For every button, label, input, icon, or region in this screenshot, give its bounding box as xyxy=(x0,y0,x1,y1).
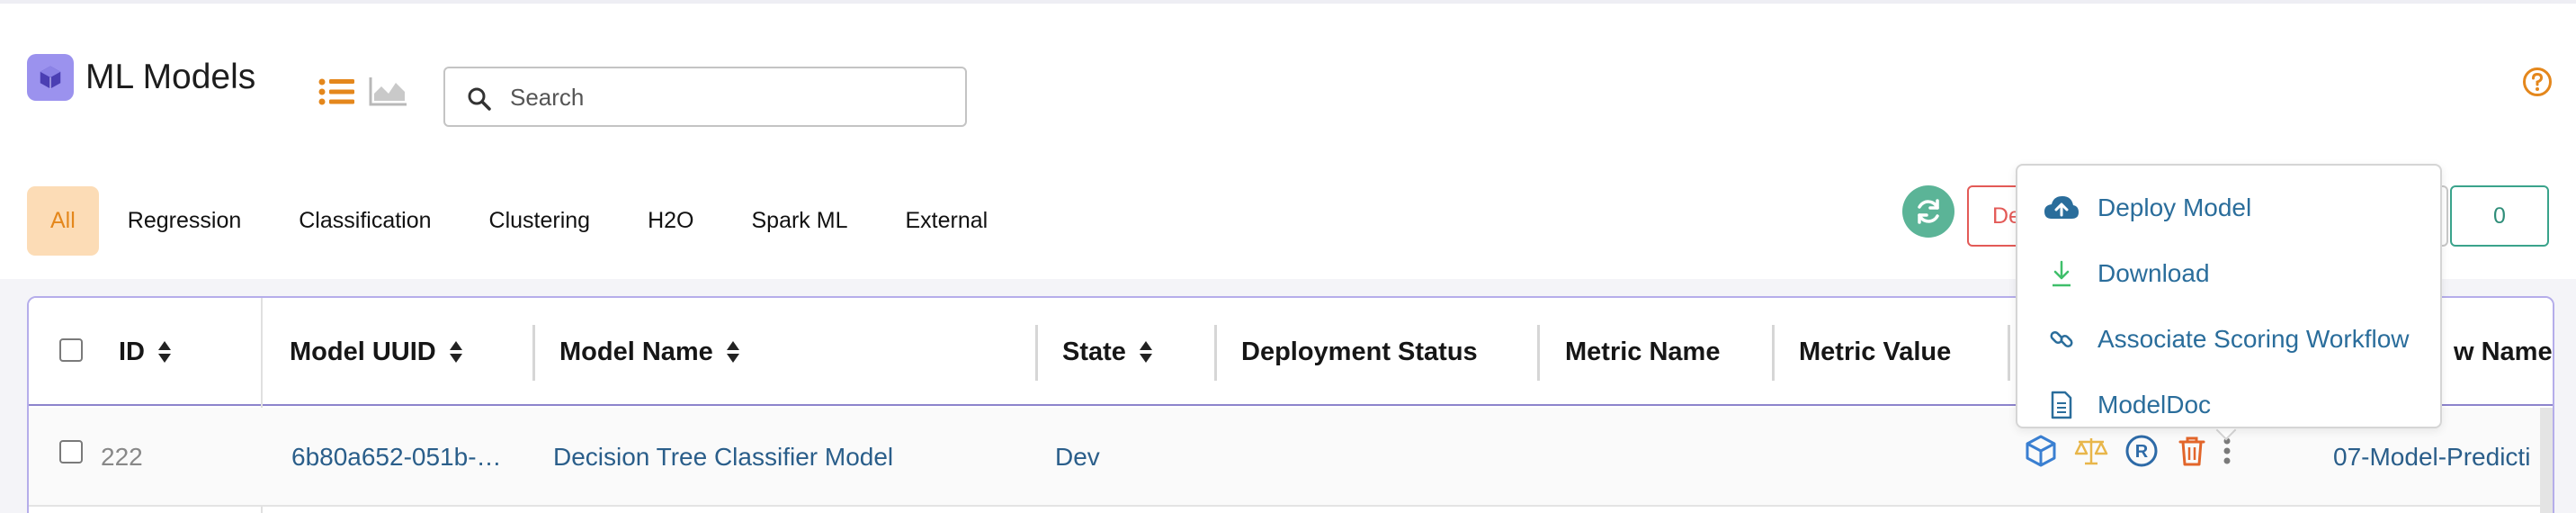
balance-scale-icon[interactable] xyxy=(2074,434,2108,468)
column-header-metric-name[interactable]: Metric Name xyxy=(1565,298,1720,406)
refresh-icon xyxy=(1918,199,1939,224)
column-header-model-name[interactable]: Model Name xyxy=(559,298,740,406)
row-id: 222 xyxy=(101,443,143,471)
column-header-id[interactable]: ID xyxy=(119,298,172,406)
menu-item-label: Associate Scoring Workflow xyxy=(2097,324,2410,353)
document-icon xyxy=(2043,387,2080,423)
row-state: Dev xyxy=(1055,443,1100,471)
menu-item-download[interactable]: Download xyxy=(2017,240,2440,306)
column-separator xyxy=(2008,325,2010,381)
tab-clustering[interactable]: Clustering xyxy=(461,186,620,256)
help-icon[interactable] xyxy=(2522,67,2553,97)
select-all-checkbox[interactable] xyxy=(59,338,83,362)
column-header-state[interactable]: State xyxy=(1062,298,1153,406)
search-box[interactable] xyxy=(443,67,967,127)
r-registry-icon[interactable]: R xyxy=(2124,434,2159,468)
svg-text:R: R xyxy=(2135,442,2149,462)
column-label: State xyxy=(1062,337,1126,366)
page-title: ML Models xyxy=(85,58,256,96)
column-separator xyxy=(1772,325,1775,381)
column-header-workflow-name[interactable]: w Name xyxy=(2454,298,2553,406)
chart-view-icon[interactable] xyxy=(369,76,408,106)
column-separator xyxy=(1537,325,1540,381)
refresh-button[interactable] xyxy=(1902,185,1954,238)
menu-item-label: Deploy Model xyxy=(2097,193,2252,221)
column-separator xyxy=(1035,325,1038,381)
column-separator xyxy=(1214,325,1217,381)
list-view-icon[interactable] xyxy=(318,77,354,106)
menu-item-associate-scoring-workflow[interactable]: Associate Scoring Workflow xyxy=(2017,306,2440,372)
tab-h2o[interactable]: H2O xyxy=(619,186,722,256)
tab-classification[interactable]: Classification xyxy=(270,186,460,256)
tab-external[interactable]: External xyxy=(876,186,1016,256)
tab-regression[interactable]: Regression xyxy=(99,186,270,256)
menu-item-modeldoc[interactable]: ModelDoc xyxy=(2017,372,2440,437)
search-icon xyxy=(468,87,491,111)
more-options-menu: Deploy Model Download Associate Scoring … xyxy=(2016,164,2442,428)
sort-icon[interactable] xyxy=(726,339,740,364)
menu-item-label: ModelDoc xyxy=(2097,390,2212,418)
vertical-scrollbar[interactable] xyxy=(2540,408,2553,513)
cube-icon[interactable] xyxy=(2024,434,2058,468)
sort-icon[interactable] xyxy=(449,339,463,364)
tab-spark-ml[interactable]: Spark ML xyxy=(723,186,877,256)
column-label: Model Name xyxy=(559,337,713,366)
ml-models-logo-icon xyxy=(27,54,74,101)
sort-icon[interactable] xyxy=(157,339,172,364)
column-separator xyxy=(532,325,535,381)
row-checkbox[interactable] xyxy=(59,440,83,464)
column-label: Model UUID xyxy=(290,337,436,366)
column-header-model-uuid[interactable]: Model UUID xyxy=(290,298,463,406)
trash-icon[interactable] xyxy=(2175,434,2209,468)
sort-icon[interactable] xyxy=(1139,339,1153,364)
download-icon xyxy=(2043,256,2080,292)
column-header-metric-value[interactable]: Metric Value xyxy=(1799,298,1951,406)
cloud-upload-icon xyxy=(2043,190,2080,226)
menu-item-label: Download xyxy=(2097,258,2210,287)
tab-all[interactable]: All xyxy=(27,186,99,256)
row-model-name[interactable]: Decision Tree Classifier Model xyxy=(553,408,893,507)
model-type-tabs: All Regression Classification Clustering… xyxy=(27,186,1016,256)
link-icon xyxy=(2043,321,2080,357)
column-header-deployment-status[interactable]: Deployment Status xyxy=(1241,298,1478,406)
column-label: ID xyxy=(119,337,145,366)
search-input[interactable] xyxy=(510,79,942,115)
menu-item-deploy-model[interactable]: Deploy Model xyxy=(2017,175,2440,240)
row-model-uuid[interactable]: 6b80a652-051b-… xyxy=(291,408,507,507)
selected-count-button[interactable]: 0 xyxy=(2450,185,2549,247)
